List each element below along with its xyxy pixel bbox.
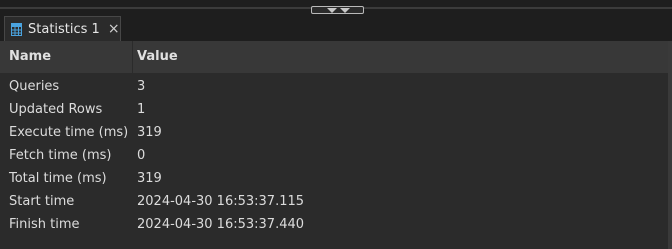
cell-name: Total time (ms) [9,171,107,186]
cell-name: Finish time [9,217,80,232]
cell-value: 3 [137,79,146,94]
cell-name: Execute time (ms) [9,125,129,140]
cell-name: Start time [9,194,75,209]
table-row[interactable]: Queries 3 [0,75,668,98]
table-row[interactable]: Start time 2024-04-30 16:53:37.115 [0,190,668,213]
panel-splitter[interactable] [0,0,672,14]
table-row[interactable]: Finish time 2024-04-30 16:53:37.440 [0,213,668,236]
cell-value: 0 [137,148,146,163]
splitter-collapse-handle[interactable] [311,6,364,14]
table-header: Name Value [0,41,668,73]
chevron-down-icon [327,8,337,13]
cell-value: 2024-04-30 16:53:37.115 [137,194,305,209]
statistics-table: Name Value Queries 3 Updated Rows 1 Exec… [0,41,668,249]
statistics-panel: Statistics 1 × Name Value Queries 3 Upda… [0,0,672,249]
cell-value: 2024-04-30 16:53:37.440 [137,217,305,232]
column-divider[interactable] [132,41,133,73]
cell-value: 1 [137,102,146,117]
table-row[interactable]: Fetch time (ms) 0 [0,144,668,167]
table-row[interactable]: Execute time (ms) 319 [0,121,668,144]
results-tab-bar: Statistics 1 × [0,14,672,41]
vertical-scrollbar[interactable] [668,41,672,249]
table-row[interactable]: Total time (ms) 319 [0,167,668,190]
cell-value: 319 [137,171,162,186]
close-icon[interactable]: × [108,22,120,36]
cell-name: Fetch time (ms) [9,148,112,163]
column-header-name[interactable]: Name [9,49,51,64]
tab-statistics-1[interactable]: Statistics 1 × [4,16,121,41]
table-row[interactable]: Updated Rows 1 [0,98,668,121]
grid-table-icon [11,22,22,36]
chevron-down-icon [340,8,350,13]
tab-label: Statistics 1 [28,21,100,37]
cell-name: Queries [9,79,60,94]
cell-name: Updated Rows [9,102,103,117]
cell-value: 319 [137,125,162,140]
column-header-value[interactable]: Value [137,49,178,64]
